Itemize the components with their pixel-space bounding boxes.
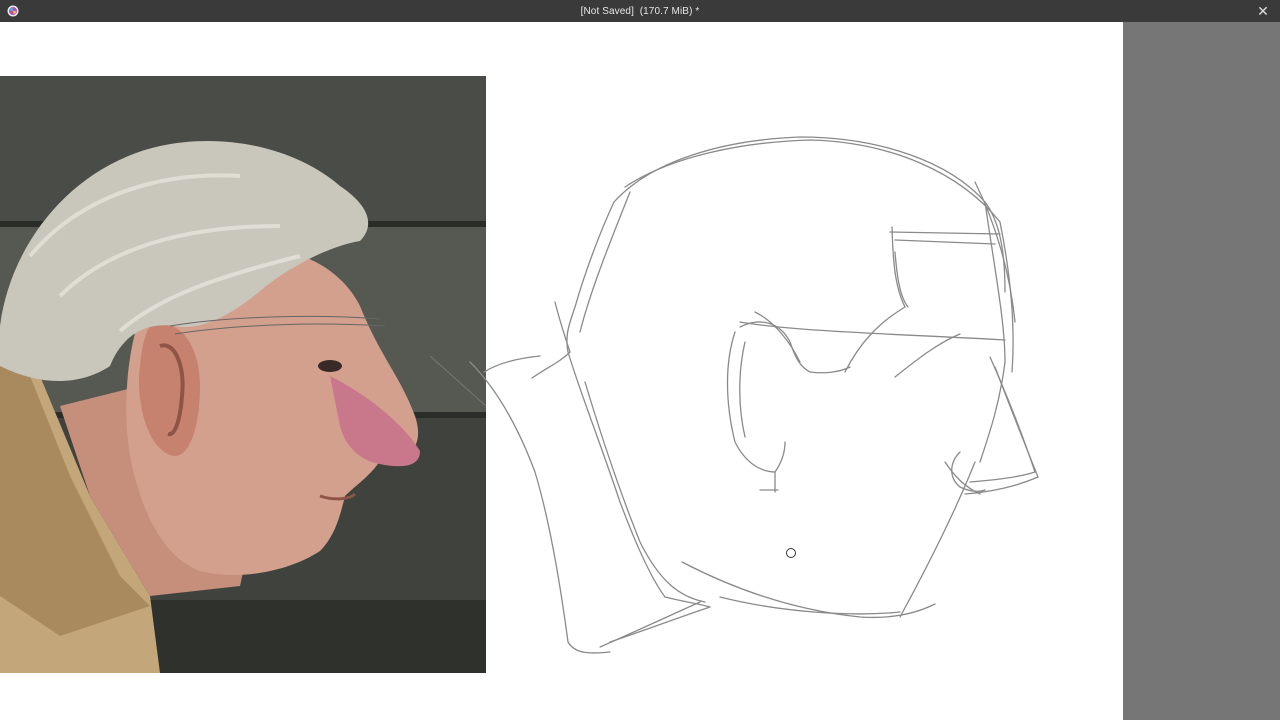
- window-title: [Not Saved] (170.7 MiB) *: [580, 5, 700, 17]
- close-icon[interactable]: ✕: [1254, 2, 1272, 20]
- drawing-canvas[interactable]: [0, 22, 1123, 720]
- brush-cursor-icon: [786, 548, 796, 558]
- canvas-side-panel: [1123, 22, 1280, 720]
- window-titlebar: [Not Saved] (170.7 MiB) * ✕: [0, 0, 1280, 22]
- krita-app-icon: [7, 5, 19, 17]
- head-sketch-lines: [469, 136, 1039, 654]
